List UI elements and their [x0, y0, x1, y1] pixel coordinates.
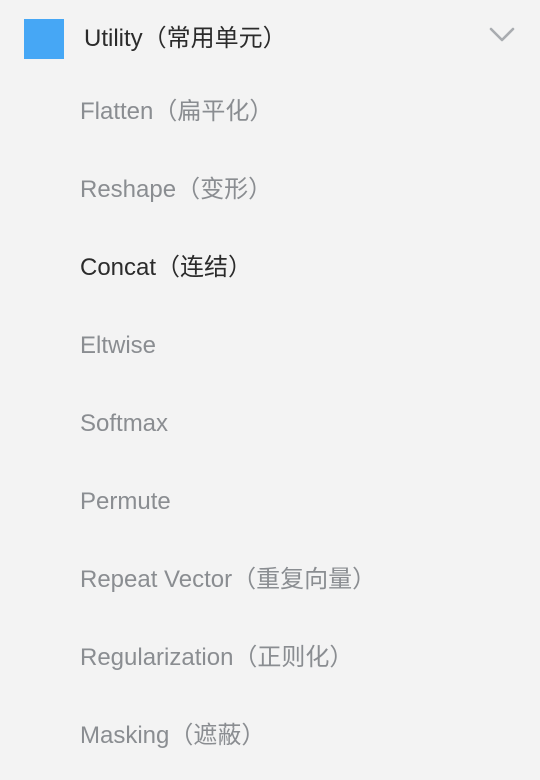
layer-item-label: Softmax [80, 410, 169, 437]
chevron-down-icon[interactable] [488, 26, 516, 44]
category-color-swatch [24, 19, 64, 59]
layer-item-list: Flatten（扁平化） Reshape（变形） Concat（连结） Eltw… [0, 78, 540, 780]
layer-item-concat[interactable]: Concat（连结） [0, 234, 540, 312]
layer-item-label: Masking（遮蔽） [80, 722, 266, 749]
category-header-utility[interactable]: Utility（常用单元） [0, 0, 540, 78]
layer-item-regularization[interactable]: Regularization（正则化） [0, 624, 540, 702]
layer-item-label: Repeat Vector（重复向量） [80, 566, 377, 593]
layer-item-flatten[interactable]: Flatten（扁平化） [0, 78, 540, 156]
layer-item-masking[interactable]: Masking（遮蔽） [0, 702, 540, 780]
layer-item-repeat-vector[interactable]: Repeat Vector（重复向量） [0, 546, 540, 624]
layer-item-label: Permute [80, 488, 171, 515]
layer-item-softmax[interactable]: Softmax [0, 390, 540, 468]
layer-item-label: Eltwise [80, 332, 157, 359]
layer-item-permute[interactable]: Permute [0, 468, 540, 546]
layer-item-label: Reshape（变形） [80, 176, 273, 203]
layer-item-eltwise[interactable]: Eltwise [0, 312, 540, 390]
category-title: Utility（常用单元） [84, 25, 287, 52]
layer-item-label: Flatten（扁平化） [80, 98, 274, 125]
layer-item-label: Concat（连结） [80, 254, 253, 281]
layer-item-label: Regularization（正则化） [80, 644, 354, 671]
layer-item-reshape[interactable]: Reshape（变形） [0, 156, 540, 234]
